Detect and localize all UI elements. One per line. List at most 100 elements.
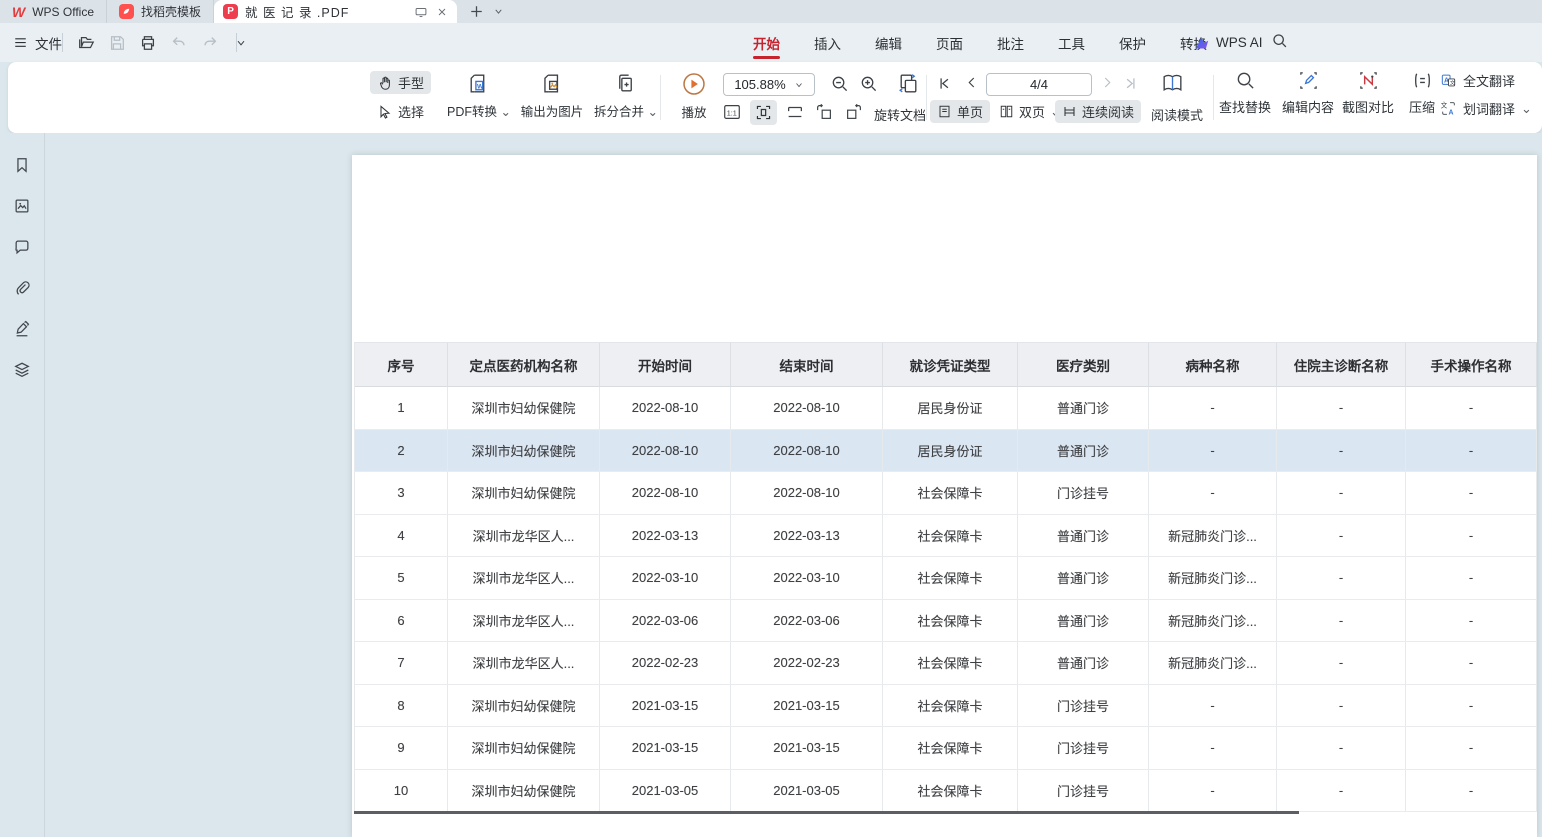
close-tab-icon[interactable]	[436, 6, 448, 18]
table-cell: 居民身份证	[883, 387, 1018, 430]
rotate-doc-button[interactable]: 旋转文档	[874, 105, 926, 124]
layers-icon[interactable]	[12, 359, 33, 380]
divider	[236, 33, 237, 52]
actual-size-button[interactable]: 1:1	[722, 102, 742, 122]
continuous-read-icon	[1062, 104, 1077, 119]
file-menu-button[interactable]: 文件	[13, 23, 62, 62]
table-cell: 2022-08-10	[731, 472, 883, 515]
fit-width-button[interactable]	[785, 102, 805, 122]
rotate-right-button[interactable]	[844, 102, 864, 122]
compress-button[interactable]: 压缩	[1409, 70, 1435, 116]
play-label: 播放	[681, 102, 706, 121]
new-tab-button[interactable]	[469, 4, 484, 19]
next-page-button[interactable]	[1100, 75, 1115, 90]
svg-text:A: A	[1449, 110, 1454, 117]
hand-icon	[377, 75, 393, 91]
tab-tools[interactable]: 工具	[1041, 23, 1102, 62]
open-file-icon[interactable]	[76, 33, 96, 53]
tab-docer-templates[interactable]: 找稻壳模板	[107, 0, 214, 23]
table-cell: -	[1406, 727, 1537, 770]
edit-content-button[interactable]: 编辑内容	[1282, 70, 1334, 116]
quickbar-chevron-icon[interactable]	[231, 33, 251, 53]
double-page-icon	[999, 104, 1014, 119]
tab-edit[interactable]: 编辑	[858, 23, 919, 62]
print-icon[interactable]	[138, 33, 158, 53]
tab-home[interactable]: 开始	[736, 23, 797, 62]
tab-wps-home[interactable]: W WPS Office	[0, 0, 107, 23]
select-tool-button[interactable]: 选择	[370, 100, 431, 123]
rotate-pages-icon-button[interactable]	[896, 71, 921, 96]
full-translate-button[interactable]: A文 全文翻译	[1440, 71, 1532, 90]
word-translate-button[interactable]: 文A 划词翻译 ⌄	[1440, 99, 1532, 118]
fit-page-button[interactable]	[750, 100, 777, 125]
play-button[interactable]: 播放	[681, 71, 707, 121]
read-mode-button[interactable]: 阅读模式	[1151, 105, 1203, 124]
export-image-button[interactable]: 输出为图片	[521, 71, 584, 120]
prev-page-button[interactable]	[964, 75, 979, 90]
save-icon[interactable]	[107, 33, 127, 53]
thumbnail-icon[interactable]	[12, 195, 33, 216]
last-page-button[interactable]	[1122, 75, 1139, 92]
table-cell: -	[1277, 472, 1406, 515]
screenshot-compare-icon	[1357, 70, 1378, 91]
document-title: 就 医 记 录 .PDF	[245, 2, 407, 21]
table-header-cell: 就诊凭证类型	[883, 343, 1018, 387]
full-translate-label: 全文翻译	[1463, 71, 1515, 90]
single-page-button[interactable]: 单页	[930, 100, 990, 123]
find-replace-button[interactable]: 查找替换	[1219, 70, 1271, 116]
table-cell: 2022-03-13	[731, 515, 883, 558]
attachment-icon[interactable]	[12, 277, 33, 298]
table-cell: -	[1277, 430, 1406, 473]
docer-icon	[119, 4, 134, 19]
ribbon-search-icon[interactable]	[1271, 32, 1288, 49]
tab-document-pdf[interactable]: P 就 医 记 录 .PDF	[214, 0, 457, 23]
signature-icon[interactable]	[12, 318, 33, 339]
comment-icon[interactable]	[12, 236, 33, 257]
screenshot-compare-button[interactable]: 截图对比	[1342, 70, 1394, 116]
bookmark-icon[interactable]	[12, 154, 33, 175]
monitor-icon[interactable]	[414, 5, 428, 19]
table-cell: -	[1277, 770, 1406, 813]
table-header-cell: 病种名称	[1149, 343, 1277, 387]
zoom-in-button[interactable]	[859, 74, 878, 93]
wps-ai-label: WPS AI	[1216, 35, 1263, 50]
redo-icon[interactable]	[200, 33, 220, 53]
single-page-label: 单页	[957, 102, 983, 121]
continuous-read-button[interactable]: 连续阅读	[1055, 100, 1141, 123]
table-cell: -	[1149, 387, 1277, 430]
table-header-cell: 结束时间	[731, 343, 883, 387]
table-cell: -	[1406, 472, 1537, 515]
table-cell: -	[1406, 642, 1537, 685]
undo-icon[interactable]	[169, 33, 189, 53]
table-cell: -	[1149, 685, 1277, 728]
file-menu-label: 文件	[35, 33, 62, 53]
table-header-cell: 开始时间	[600, 343, 731, 387]
tab-label: 找稻壳模板	[141, 3, 201, 20]
divider	[62, 33, 63, 52]
pdf-convert-button[interactable]: W PDF转换 ⌄	[447, 71, 511, 120]
zoom-level-control[interactable]: 105.88%	[723, 73, 815, 96]
tab-protect[interactable]: 保护	[1102, 23, 1163, 62]
rotate-left-button[interactable]	[814, 102, 834, 122]
wps-ai-button[interactable]: WPS AI	[1194, 23, 1263, 62]
tab-list-chevron-icon[interactable]	[493, 6, 504, 17]
hand-tool-button[interactable]: 手型	[370, 71, 431, 94]
split-merge-button[interactable]: 拆分合并 ⌄	[594, 71, 658, 120]
wps-logo-icon: W	[12, 4, 25, 20]
table-cell: 社会保障卡	[883, 642, 1018, 685]
cursor-icon	[377, 104, 393, 120]
tab-comment[interactable]: 批注	[980, 23, 1041, 62]
tab-page[interactable]: 页面	[919, 23, 980, 62]
svg-text:文: 文	[1441, 101, 1448, 110]
table-cell: -	[1277, 515, 1406, 558]
table-cell: 3	[355, 472, 448, 515]
word-translate-icon: 文A	[1440, 100, 1457, 117]
table-cell: 10	[355, 770, 448, 813]
page-indicator-input[interactable]: 4/4	[986, 73, 1092, 96]
tab-insert[interactable]: 插入	[797, 23, 858, 62]
table-cell: 2021-03-05	[731, 770, 883, 813]
first-page-button[interactable]	[936, 75, 953, 92]
compress-label: 压缩	[1409, 97, 1435, 116]
zoom-out-button[interactable]	[830, 74, 849, 93]
single-page-icon	[937, 104, 952, 119]
